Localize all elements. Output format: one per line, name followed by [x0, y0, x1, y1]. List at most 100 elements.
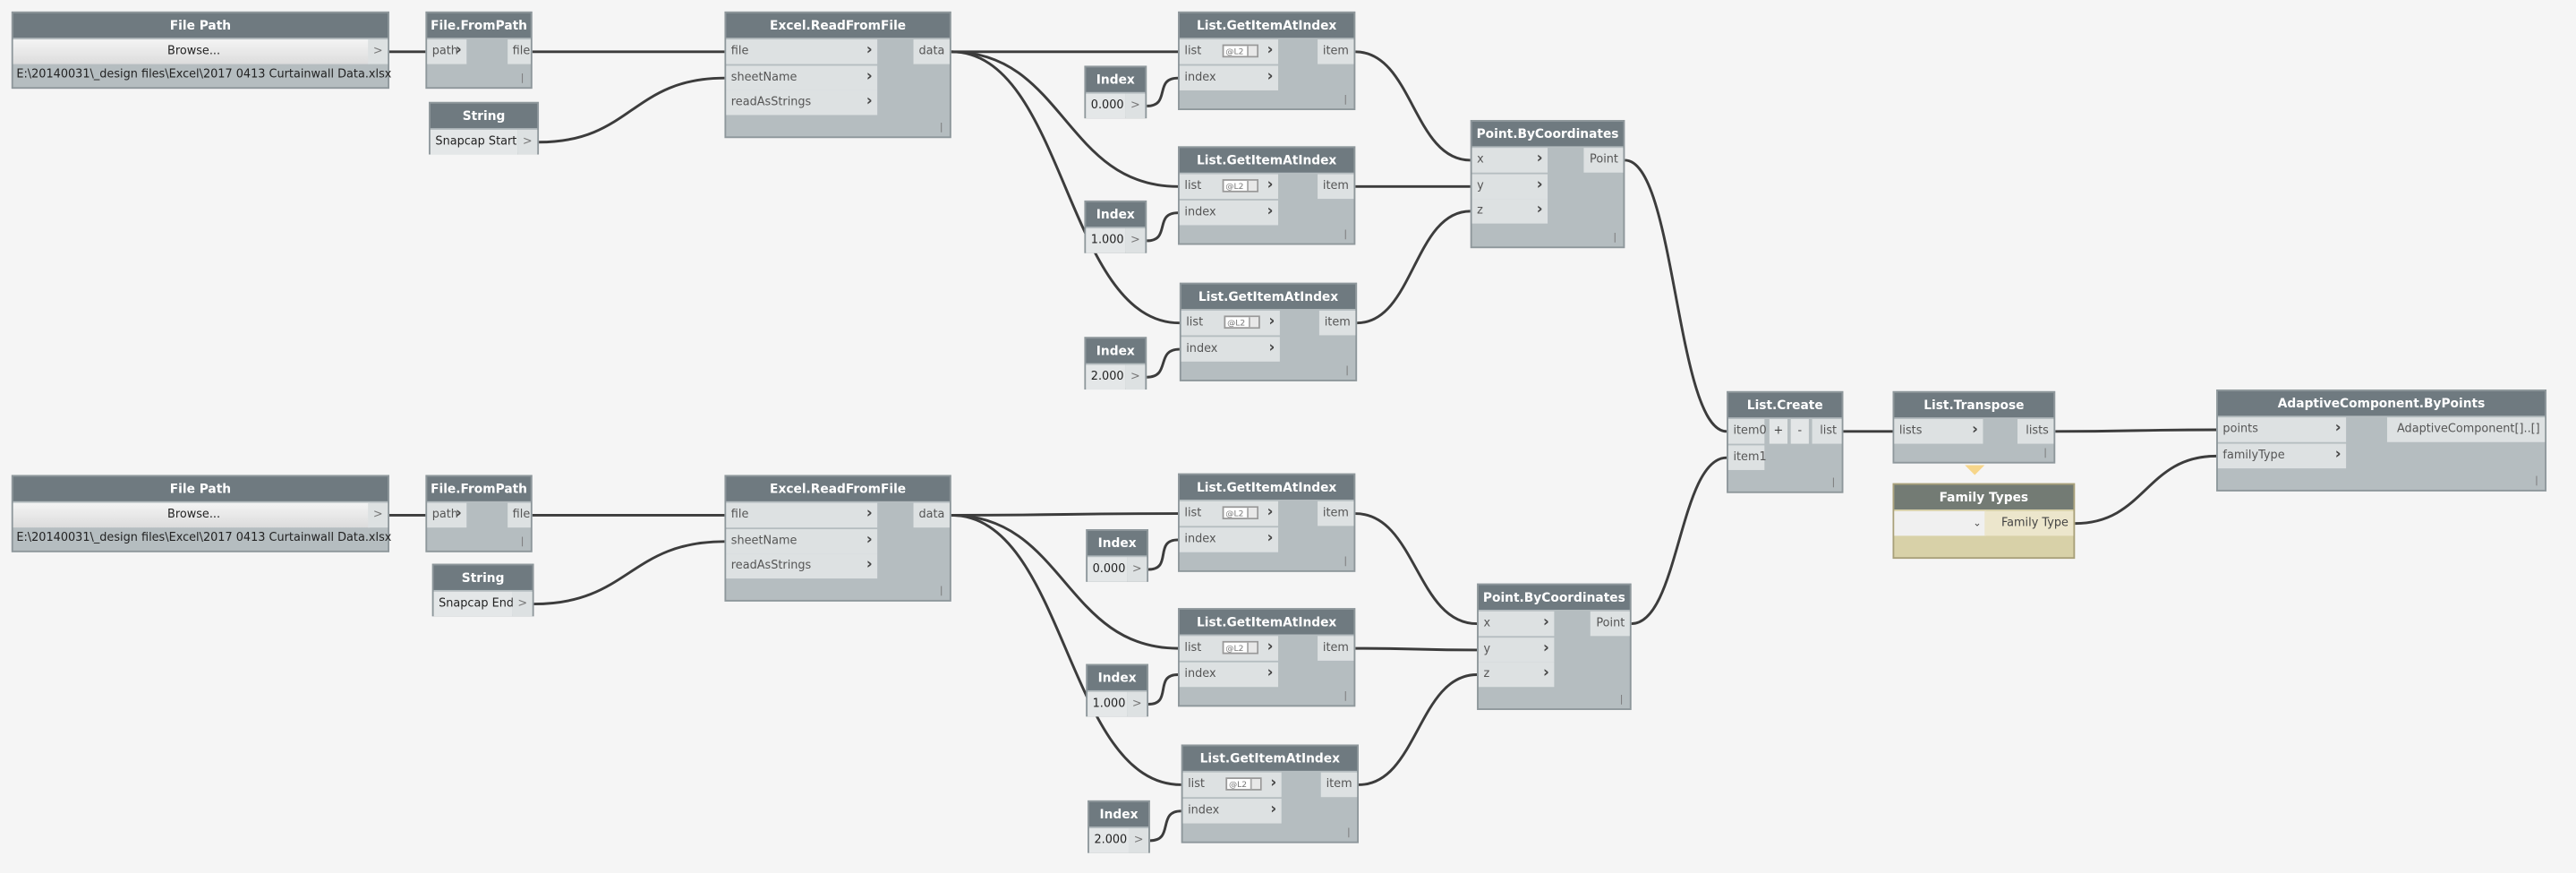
input-port-index[interactable]: index › — [1182, 798, 1282, 823]
value-input[interactable]: Snapcap End — [433, 591, 514, 617]
output-port[interactable]: > — [1125, 364, 1146, 390]
node-list-getitematindex[interactable]: List.GetItemAtIndex list @L2 › index › item | — [1178, 11, 1356, 110]
input-port-index[interactable]: index › — [1179, 526, 1279, 552]
node-point-bycoordinates[interactable]: Point.ByCoordinates x › y › z › Point | — [1477, 583, 1632, 710]
lacing-selector[interactable]: @L2 — [1222, 44, 1258, 58]
node-adaptivecomponent-bypoints[interactable]: AdaptiveComponent.ByPoints points › familyT… — [2216, 389, 2547, 492]
input-port-index[interactable]: index › — [1179, 661, 1279, 687]
input-port-file[interactable]: file › — [726, 39, 878, 64]
input-port-list[interactable]: list @L2 › — [1179, 39, 1279, 64]
value-input[interactable]: 2.000 — [1088, 828, 1129, 853]
output-port-point[interactable]: Point — [1590, 611, 1630, 637]
preview-toggle[interactable]: | — [1832, 476, 1836, 488]
node-list-getitematindex[interactable]: List.GetItemAtIndex list @L2 › index › item | — [1178, 608, 1356, 707]
lacing-selector[interactable]: @L2 — [1225, 777, 1262, 791]
output-port[interactable]: > — [1127, 691, 1147, 717]
input-port-list[interactable]: list @L2 › — [1179, 636, 1279, 661]
node-index[interactable]: Index 0.000 > — [1084, 65, 1147, 119]
wire-idx5-gi5[interactable] — [1147, 673, 1179, 706]
wire-ft-ac[interactable] — [2075, 454, 2217, 526]
wire-idx6-gi6[interactable] — [1149, 809, 1181, 843]
output-port-item[interactable]: item — [1320, 772, 1358, 798]
node-title[interactable]: List.Create — [1727, 392, 1842, 418]
node-title[interactable]: List.GetItemAtIndex — [1179, 13, 1354, 39]
node-index[interactable]: Index 1.000 > — [1084, 200, 1147, 253]
add-input-button[interactable]: + — [1769, 419, 1788, 444]
browse-button[interactable]: Browse... — [13, 502, 370, 528]
value-input[interactable]: 2.000 — [1086, 364, 1126, 390]
input-port-familytype[interactable]: familyType › — [2217, 442, 2347, 468]
input-port-item0[interactable]: item0 — [1727, 419, 1767, 444]
node-title[interactable]: Index — [1088, 801, 1149, 827]
node-title[interactable]: Point.ByCoordinates — [1471, 121, 1624, 147]
node-title[interactable]: List.GetItemAtIndex — [1179, 148, 1354, 173]
input-port-index[interactable]: index › — [1179, 64, 1279, 90]
wire-pt2-lc[interactable] — [1631, 456, 1727, 626]
node-title[interactable]: String — [430, 103, 538, 129]
input-port-y[interactable]: y › — [1478, 637, 1555, 662]
wire-str1-er1[interactable] — [539, 76, 725, 144]
input-port-points[interactable]: points › — [2217, 417, 2347, 442]
preview-toggle[interactable]: | — [1343, 690, 1347, 702]
output-port[interactable]: Family Type — [1984, 510, 2074, 536]
output-port[interactable]: > — [517, 130, 538, 155]
value-input[interactable]: 1.000 — [1088, 691, 1128, 717]
input-port-list[interactable]: list @L2 › — [1181, 310, 1280, 336]
node-file-path[interactable]: File Path Browse... > E:\20140031\_design… — [11, 475, 391, 552]
preview-toggle[interactable]: | — [1343, 555, 1347, 567]
node-list-getitematindex[interactable]: List.GetItemAtIndex list @L2 › index › item | — [1178, 146, 1356, 245]
output-port-lists[interactable]: lists — [2017, 419, 2054, 444]
node-title[interactable]: List.GetItemAtIndex — [1179, 475, 1354, 500]
output-port[interactable]: > — [512, 591, 533, 617]
node-file-frompath[interactable]: File.FromPath path › file | — [425, 475, 533, 552]
preview-toggle[interactable]: | — [2535, 475, 2538, 486]
output-port-point[interactable]: Point — [1583, 148, 1624, 173]
input-port-readasstrings[interactable]: readAsStrings › — [726, 90, 878, 116]
input-port-z[interactable]: z › — [1471, 199, 1548, 224]
input-port-readasstrings[interactable]: readAsStrings › — [726, 553, 878, 579]
node-title[interactable]: List.GetItemAtIndex — [1179, 609, 1354, 635]
node-title[interactable]: Index — [1086, 67, 1146, 92]
value-input[interactable]: 0.000 — [1088, 557, 1128, 582]
family-type-dropdown[interactable]: ⌄ — [1894, 510, 1987, 536]
node-string[interactable]: String Snapcap End > — [431, 563, 534, 617]
lacing-selector[interactable]: @L2 — [1222, 506, 1258, 520]
input-port-lists[interactable]: lists › — [1894, 419, 1983, 444]
node-title[interactable]: List.Transpose — [1894, 392, 2054, 418]
node-index[interactable]: Index 2.000 > — [1088, 800, 1150, 853]
input-port-sheetname[interactable]: sheetName › — [726, 64, 878, 90]
node-list-getitematindex[interactable]: List.GetItemAtIndex list @L2 › index › item | — [1181, 744, 1359, 843]
remove-input-button[interactable]: - — [1790, 419, 1809, 444]
node-title[interactable]: List.GetItemAtIndex — [1182, 746, 1358, 771]
node-point-bycoordinates[interactable]: Point.ByCoordinates x › y › z › Point | — [1470, 119, 1625, 249]
preview-toggle[interactable]: | — [940, 585, 943, 596]
value-input[interactable]: Snapcap Start — [430, 130, 518, 155]
output-port-list[interactable]: list — [1812, 419, 1842, 444]
node-title[interactable]: Index — [1086, 338, 1146, 364]
output-port[interactable]: > — [1127, 557, 1147, 582]
node-title[interactable]: String — [433, 565, 533, 590]
input-port-path[interactable]: path › — [427, 502, 467, 528]
lacing-selector[interactable]: @L2 — [1222, 640, 1258, 655]
wire-er2-gi4[interactable] — [951, 512, 1179, 517]
node-title[interactable]: Index — [1088, 665, 1147, 690]
node-list-create[interactable]: List.Create item0 item1 list + - | — [1727, 390, 1844, 493]
wire-gi3-pt1[interactable] — [1357, 210, 1471, 325]
node-title[interactable]: Excel.ReadFromFile — [726, 13, 950, 39]
node-title[interactable]: File.FromPath — [427, 476, 531, 501]
node-title[interactable]: File Path — [13, 13, 388, 39]
preview-toggle[interactable]: | — [1343, 228, 1347, 240]
node-list-getitematindex[interactable]: List.GetItemAtIndex list @L2 › index › item | — [1178, 473, 1356, 572]
output-port-file[interactable]: file — [508, 502, 531, 528]
output-port[interactable]: > — [368, 502, 388, 528]
output-port-item[interactable]: item — [1318, 310, 1356, 336]
preview-toggle[interactable]: | — [1620, 694, 1624, 706]
input-port-file[interactable]: file › — [726, 502, 878, 528]
node-title[interactable]: AdaptiveComponent.ByPoints — [2217, 390, 2546, 416]
input-port-sheetname[interactable]: sheetName › — [726, 528, 878, 553]
node-title[interactable]: File.FromPath — [427, 13, 531, 39]
output-port-adaptivecomponent[interactable]: AdaptiveComponent[]..[] — [2386, 417, 2546, 442]
node-file-path[interactable]: File Path Browse... > E:\20140031\_design… — [11, 11, 391, 90]
node-title[interactable]: Family Types — [1894, 484, 2074, 510]
output-port[interactable]: > — [1125, 228, 1146, 253]
